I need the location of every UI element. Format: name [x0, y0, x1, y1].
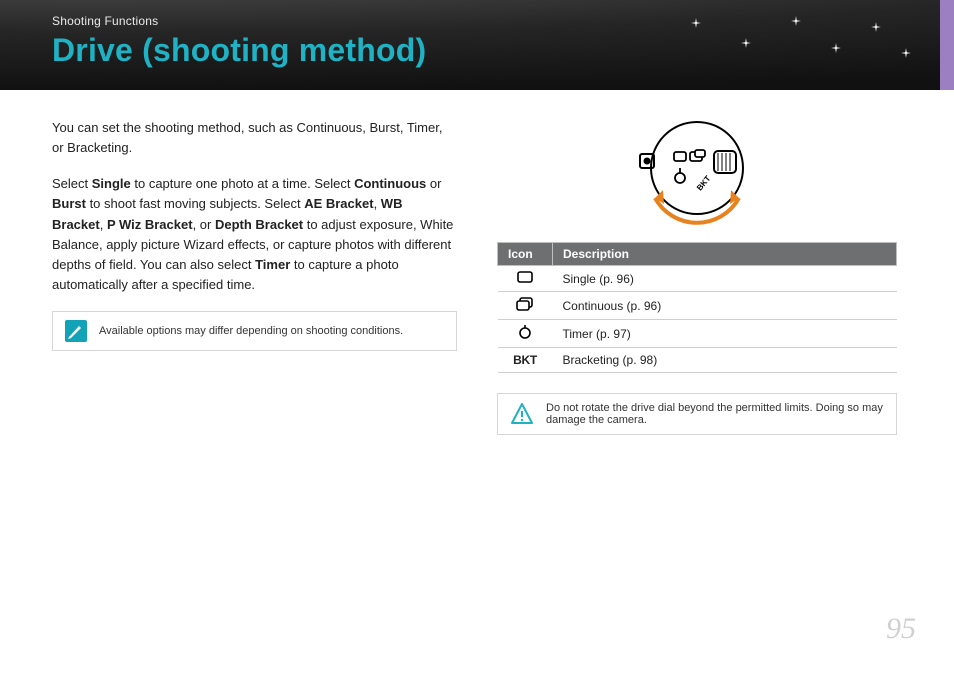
note-callout: Available options may differ depending o…: [52, 311, 457, 351]
table-row: Continuous (p. 96): [498, 292, 897, 320]
page-header: Shooting Functions Drive (shooting metho…: [0, 0, 954, 90]
select-paragraph: Select Single to capture one photo at a …: [52, 174, 457, 295]
warning-text: Do not rotate the drive dial beyond the …: [546, 402, 884, 426]
table-row: Timer (p. 97): [498, 320, 897, 348]
warning-callout: Do not rotate the drive dial beyond the …: [497, 393, 897, 435]
page-title: Drive (shooting method): [52, 32, 954, 69]
cell-desc: Single (p. 96): [553, 266, 897, 292]
th-desc: Description: [553, 243, 897, 266]
table-row: BKT Bracketing (p. 98): [498, 348, 897, 373]
cell-desc: Continuous (p. 96): [553, 292, 897, 320]
single-icon: [517, 271, 533, 286]
note-pen-icon: [65, 320, 87, 342]
table-row: Single (p. 96): [498, 266, 897, 292]
cell-desc: Bracketing (p. 98): [553, 348, 897, 373]
breadcrumb: Shooting Functions: [52, 14, 954, 28]
timer-icon: [518, 325, 532, 342]
drive-dial-illustration: BKT: [497, 118, 897, 228]
warning-triangle-icon: [510, 402, 534, 426]
svg-text:BKT: BKT: [695, 174, 713, 192]
note-text: Available options may differ depending o…: [99, 323, 403, 340]
intro-paragraph: You can set the shooting method, such as…: [52, 118, 457, 158]
page-number: 95: [886, 612, 916, 646]
continuous-icon: [516, 297, 534, 314]
th-icon: Icon: [498, 243, 553, 266]
cell-desc: Timer (p. 97): [553, 320, 897, 348]
right-column: BKT Icon Description: [497, 118, 897, 435]
modes-table: Icon Description Single (p. 96) Continuo…: [497, 242, 897, 373]
left-column: You can set the shooting method, such as…: [52, 118, 457, 435]
bkt-icon: BKT: [513, 353, 537, 367]
